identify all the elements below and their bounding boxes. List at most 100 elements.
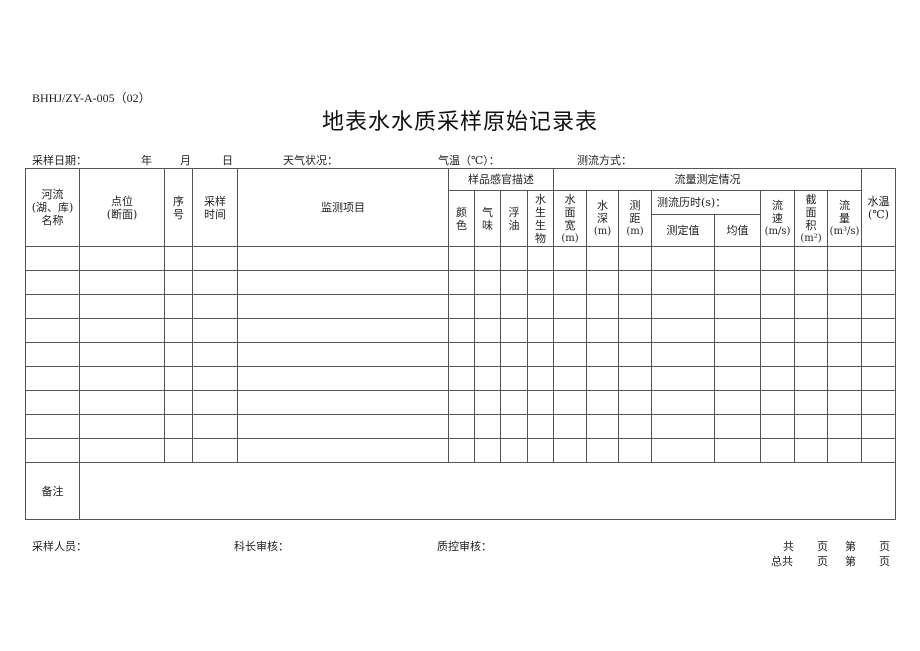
table-cell[interactable] [448, 246, 475, 271]
table-cell[interactable] [79, 270, 165, 295]
table-cell[interactable] [500, 342, 528, 367]
table-cell[interactable] [474, 270, 501, 295]
table-cell[interactable] [474, 414, 501, 439]
table-cell[interactable] [25, 366, 80, 391]
table-cell[interactable] [553, 270, 587, 295]
table-cell[interactable] [237, 390, 449, 415]
table-cell[interactable] [192, 270, 238, 295]
table-cell[interactable] [794, 414, 828, 439]
table-cell[interactable] [500, 414, 528, 439]
table-cell[interactable] [861, 414, 896, 439]
table-cell[interactable] [79, 294, 165, 319]
table-cell[interactable] [500, 270, 528, 295]
table-cell[interactable] [861, 270, 896, 295]
table-cell[interactable] [760, 318, 795, 343]
table-cell[interactable] [651, 270, 715, 295]
table-cell[interactable] [618, 342, 652, 367]
table-cell[interactable] [474, 246, 501, 271]
table-cell[interactable] [794, 294, 828, 319]
table-cell[interactable] [164, 414, 193, 439]
table-cell[interactable] [586, 390, 619, 415]
table-cell[interactable] [237, 294, 449, 319]
table-cell[interactable] [794, 318, 828, 343]
table-cell[interactable] [651, 246, 715, 271]
table-cell[interactable] [164, 438, 193, 463]
table-cell[interactable] [164, 246, 193, 271]
table-cell[interactable] [827, 246, 862, 271]
table-cell[interactable] [651, 366, 715, 391]
table-cell[interactable] [500, 294, 528, 319]
table-cell[interactable] [618, 414, 652, 439]
table-cell[interactable] [79, 342, 165, 367]
table-cell[interactable] [618, 366, 652, 391]
table-cell[interactable] [500, 246, 528, 271]
table-cell[interactable] [237, 246, 449, 271]
table-cell[interactable] [553, 246, 587, 271]
table-cell[interactable] [586, 366, 619, 391]
table-cell[interactable] [760, 366, 795, 391]
table-cell[interactable] [794, 270, 828, 295]
table-cell[interactable] [827, 366, 862, 391]
table-cell[interactable] [237, 342, 449, 367]
table-cell[interactable] [25, 390, 80, 415]
table-cell[interactable] [448, 366, 475, 391]
table-cell[interactable] [79, 438, 165, 463]
table-cell[interactable] [474, 438, 501, 463]
table-cell[interactable] [553, 342, 587, 367]
table-cell[interactable] [527, 270, 554, 295]
table-cell[interactable] [474, 342, 501, 367]
table-cell[interactable] [237, 270, 449, 295]
table-cell[interactable] [714, 342, 761, 367]
table-cell[interactable] [651, 342, 715, 367]
table-cell[interactable] [827, 318, 862, 343]
table-cell[interactable] [760, 270, 795, 295]
table-cell[interactable] [474, 294, 501, 319]
table-cell[interactable] [192, 342, 238, 367]
table-cell[interactable] [237, 366, 449, 391]
table-cell[interactable] [651, 414, 715, 439]
table-cell[interactable] [586, 294, 619, 319]
table-cell[interactable] [527, 390, 554, 415]
table-cell[interactable] [25, 438, 80, 463]
table-cell[interactable] [448, 414, 475, 439]
table-cell[interactable] [448, 270, 475, 295]
table-cell[interactable] [474, 366, 501, 391]
table-cell[interactable] [237, 414, 449, 439]
table-cell[interactable] [794, 246, 828, 271]
table-cell[interactable] [192, 438, 238, 463]
table-cell[interactable] [586, 246, 619, 271]
table-cell[interactable] [527, 318, 554, 343]
table-cell[interactable] [500, 390, 528, 415]
table-cell[interactable] [651, 294, 715, 319]
table-cell[interactable] [760, 342, 795, 367]
table-cell[interactable] [25, 294, 80, 319]
table-cell[interactable] [794, 390, 828, 415]
table-cell[interactable] [827, 414, 862, 439]
table-cell[interactable] [448, 390, 475, 415]
table-cell[interactable] [192, 390, 238, 415]
table-cell[interactable] [25, 318, 80, 343]
table-cell[interactable] [500, 438, 528, 463]
table-cell[interactable] [714, 390, 761, 415]
table-cell[interactable] [618, 390, 652, 415]
table-cell[interactable] [527, 294, 554, 319]
table-cell[interactable] [164, 318, 193, 343]
table-cell[interactable] [618, 270, 652, 295]
table-cell[interactable] [586, 414, 619, 439]
table-cell[interactable] [79, 366, 165, 391]
table-cell[interactable] [553, 390, 587, 415]
table-cell[interactable] [527, 438, 554, 463]
table-cell[interactable] [527, 414, 554, 439]
table-cell[interactable] [79, 318, 165, 343]
table-cell[interactable] [861, 342, 896, 367]
table-cell[interactable] [527, 246, 554, 271]
table-cell[interactable] [237, 318, 449, 343]
table-cell[interactable] [474, 318, 501, 343]
table-cell[interactable] [827, 438, 862, 463]
table-cell[interactable] [861, 318, 896, 343]
table-cell[interactable] [714, 246, 761, 271]
table-cell[interactable] [448, 438, 475, 463]
table-cell[interactable] [794, 366, 828, 391]
table-cell[interactable] [527, 366, 554, 391]
table-cell[interactable] [500, 366, 528, 391]
